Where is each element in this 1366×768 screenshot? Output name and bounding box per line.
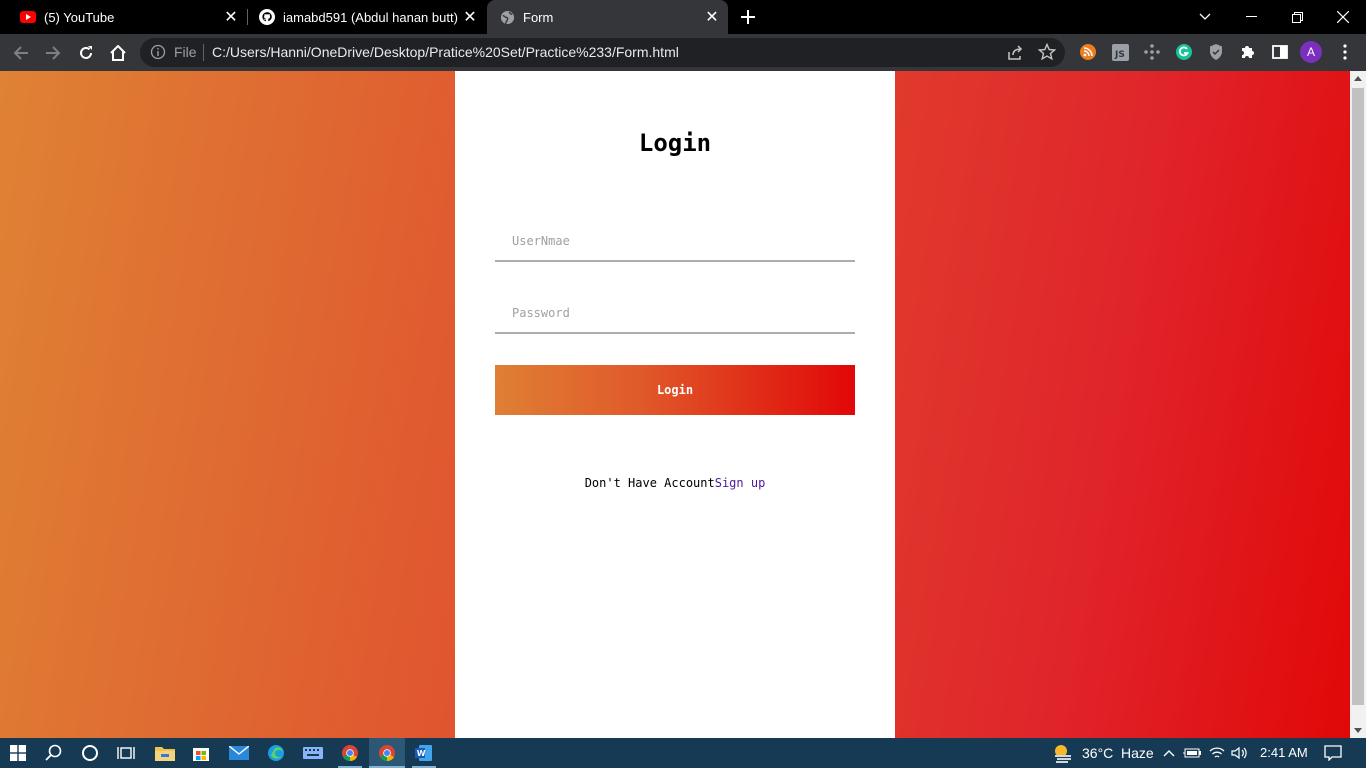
menu-kebab-icon[interactable] — [1336, 43, 1354, 61]
forward-button[interactable] — [40, 40, 66, 66]
windows-taskbar: W 36°C Haze 2:41 AM — [0, 738, 1366, 768]
reload-button[interactable] — [73, 40, 99, 66]
weather-description[interactable]: Haze — [1121, 745, 1154, 761]
tab-title: Form — [523, 9, 554, 25]
youtube-icon — [20, 9, 36, 25]
browser-toolbar: File C:/Users/Hanni/OneDrive/Desktop/Pra… — [0, 34, 1366, 71]
close-tab-icon[interactable]: ✕ — [704, 9, 720, 26]
edge-browser-icon[interactable] — [264, 741, 288, 765]
rss-extension-icon[interactable] — [1079, 43, 1097, 61]
tab-github[interactable]: iamabd591 (Abdul hanan butt) ✕ — [239, 0, 486, 34]
new-tab-button[interactable] — [736, 5, 760, 29]
back-button[interactable] — [8, 40, 34, 66]
js-extension-icon[interactable]: JS — [1111, 43, 1129, 61]
side-panel-icon[interactable] — [1271, 43, 1289, 61]
svg-text:W: W — [417, 749, 426, 758]
notifications-icon[interactable] — [1321, 741, 1345, 765]
bookmark-star-icon[interactable] — [1037, 42, 1057, 61]
url-text[interactable]: C:/Users/Hanni/OneDrive/Desktop/Pratice%… — [212, 44, 679, 60]
login-button[interactable]: Login — [495, 365, 855, 415]
globe-icon — [499, 9, 515, 25]
home-button[interactable] — [105, 40, 131, 66]
address-divider — [203, 44, 204, 61]
battery-icon[interactable] — [1180, 741, 1204, 765]
word-icon[interactable]: W — [412, 741, 436, 765]
password-input[interactable] — [495, 294, 855, 334]
shield-extension-icon[interactable] — [1207, 43, 1225, 61]
tray-chevron-up-icon[interactable] — [1157, 741, 1181, 765]
page-title: Login — [638, 129, 712, 157]
signup-link[interactable]: Sign up — [715, 476, 766, 490]
share-icon[interactable] — [1006, 44, 1024, 62]
store-icon[interactable] — [189, 741, 213, 765]
profile-avatar[interactable]: A — [1300, 41, 1322, 63]
weather-haze-icon[interactable] — [1051, 741, 1075, 765]
windows-start-icon[interactable] — [6, 741, 30, 765]
tab-strip: (5) YouTube ✕ iamabd591 (Abdul hanan but… — [0, 0, 1366, 34]
chrome-active-window-icon[interactable] — [375, 741, 399, 765]
username-input[interactable] — [495, 222, 855, 262]
task-view-icon[interactable] — [114, 741, 138, 765]
page-viewport: Login Login Don't Have AccountSign up — [0, 71, 1350, 738]
search-icon[interactable] — [42, 741, 66, 765]
scroll-thumb[interactable] — [1352, 88, 1364, 705]
scroll-down-arrow-icon[interactable] — [1354, 728, 1362, 733]
wifi-icon[interactable] — [1205, 741, 1229, 765]
close-window-button[interactable] — [1320, 0, 1366, 34]
site-info-icon[interactable] — [150, 44, 166, 60]
scroll-up-arrow-icon[interactable] — [1354, 76, 1362, 81]
clock-time[interactable]: 2:41 AM — [1260, 745, 1308, 760]
tab-form[interactable]: Form ✕ — [487, 0, 728, 34]
restore-button[interactable] — [1274, 0, 1320, 34]
keyboard-app-icon[interactable] — [301, 741, 325, 765]
minimize-button[interactable] — [1228, 0, 1274, 34]
github-icon — [259, 9, 275, 25]
dots-extension-icon[interactable] — [1143, 43, 1161, 61]
grammarly-icon[interactable] — [1175, 43, 1193, 61]
vertical-scrollbar[interactable] — [1350, 71, 1366, 738]
extensions-puzzle-icon[interactable] — [1239, 43, 1257, 61]
chrome-icon[interactable] — [338, 741, 362, 765]
cortana-icon[interactable] — [78, 741, 102, 765]
svg-text:JS: JS — [1114, 50, 1125, 60]
close-tab-icon[interactable]: ✕ — [462, 9, 478, 26]
address-bar[interactable]: File C:/Users/Hanni/OneDrive/Desktop/Pra… — [140, 38, 1065, 67]
tab-search-icon[interactable] — [1182, 0, 1228, 34]
tab-title: iamabd591 (Abdul hanan butt) — [283, 9, 458, 25]
mail-icon[interactable] — [227, 741, 251, 765]
signup-prompt-text: Don't Have Account — [584, 476, 715, 490]
close-tab-icon[interactable]: ✕ — [223, 9, 239, 26]
weather-temperature[interactable]: 36°C — [1082, 745, 1113, 761]
scheme-label: File — [174, 44, 197, 60]
file-explorer-icon[interactable] — [153, 741, 177, 765]
signup-prompt: Don't Have AccountSign up — [455, 476, 895, 490]
tab-title: (5) YouTube — [44, 9, 115, 25]
login-card: Login Login Don't Have AccountSign up — [455, 71, 895, 738]
volume-icon[interactable] — [1228, 741, 1252, 765]
tab-youtube[interactable]: (5) YouTube ✕ — [0, 0, 247, 34]
